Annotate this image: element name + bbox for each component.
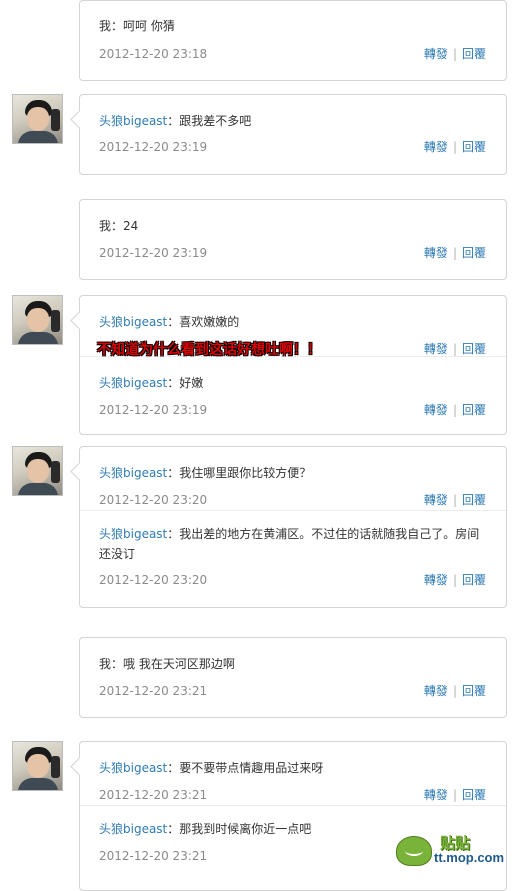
message-text: 头狼bigeast：好嫩 — [99, 376, 204, 390]
forward-link[interactable]: 轉發 — [424, 47, 448, 61]
forward-link[interactable]: 轉發 — [424, 573, 448, 587]
message-bubble: 我：哦 我在天河区那边啊 2012-12-20 23:21 轉發 | 回覆 — [79, 637, 507, 718]
message-body: 要不要带点情趣用品过来呀 — [179, 761, 324, 775]
sender-name: 我 — [99, 19, 112, 33]
message: 我：24 2012-12-20 23:19 轉發 | 回覆 — [80, 200, 506, 263]
forward-link[interactable]: 轉發 — [424, 140, 448, 154]
message-text: 头狼bigeast：我出差的地方在黄浦区。不过住的话就随我自己了。房间还没订 — [99, 527, 480, 561]
message-bubble: 头狼bigeast：跟我差不多吧 2012-12-20 23:19 轉發 | 回覆 — [70, 94, 507, 175]
message: 头狼bigeast：我住哪里跟你比较方便？ 2012-12-20 23:20 轉… — [80, 447, 506, 510]
sender-name-link[interactable]: 头狼bigeast — [99, 376, 167, 390]
timestamp: 2012-12-20 23:18 — [99, 47, 208, 61]
reply-link[interactable]: 回覆 — [462, 47, 486, 61]
message-text: 我：哦 我在天河区那边啊 — [99, 657, 235, 671]
forward-link[interactable]: 轉發 — [424, 684, 448, 698]
message: 头狼bigeast：要不要带点情趣用品过来呀 2012-12-20 23:21 … — [80, 742, 506, 805]
message-body: 喜欢嫩嫩的 — [179, 315, 240, 329]
message-text: 我：呵呵 你猜 — [99, 19, 175, 33]
message-body: 哦 我在天河区那边啊 — [123, 657, 235, 671]
message-body: 好嫩 — [179, 376, 204, 390]
timestamp: 2012-12-20 23:19 — [99, 403, 208, 417]
message: 头狼bigeast：好嫩 2012-12-20 23:19 轉發 | 回覆 — [80, 356, 506, 420]
reply-link[interactable]: 回覆 — [462, 493, 486, 507]
message-bubble: 头狼bigeast：我住哪里跟你比较方便？ 2012-12-20 23:20 轉… — [70, 446, 507, 608]
forward-link[interactable]: 轉發 — [424, 246, 448, 260]
message-body: 呵呵 你猜 — [123, 19, 175, 33]
message-text: 我：24 — [99, 219, 139, 233]
message-body: 24 — [123, 219, 139, 233]
message: 我：哦 我在天河区那边啊 2012-12-20 23:21 轉發 | 回覆 — [80, 638, 506, 701]
sender-name-link[interactable]: 头狼bigeast — [99, 315, 167, 329]
forward-link[interactable]: 轉發 — [424, 788, 448, 802]
frog-mascot-icon — [396, 836, 432, 866]
reply-link[interactable]: 回覆 — [462, 684, 486, 698]
sender-name-link[interactable]: 头狼bigeast — [99, 822, 167, 836]
sender-name: 我 — [99, 219, 112, 233]
reply-link[interactable]: 回覆 — [462, 403, 486, 417]
message-bubble: 我：呵呵 你猜 2012-12-20 23:18 轉發 | 回覆 — [79, 0, 507, 81]
reply-link[interactable]: 回覆 — [462, 246, 486, 260]
timestamp: 2012-12-20 23:21 — [99, 684, 208, 698]
sender-name-link[interactable]: 头狼bigeast — [99, 114, 167, 128]
message-body: 我住哪里跟你比较方便？ — [179, 466, 312, 480]
timestamp: 2012-12-20 23:20 — [99, 573, 208, 587]
avatar[interactable] — [12, 295, 63, 345]
message: 头狼bigeast：跟我差不多吧 2012-12-20 23:19 轉發 | 回覆 — [80, 95, 506, 157]
timestamp: 2012-12-20 23:21 — [99, 788, 208, 802]
watermark-site: tt.mop.com — [434, 850, 505, 865]
avatar[interactable] — [12, 94, 63, 144]
site-watermark: 贴贴 tt.mop.com — [396, 832, 516, 872]
sender-name: 我 — [99, 657, 112, 671]
red-annotation-text: 不知道为什么看到这话好想吐啊！！ — [97, 342, 321, 358]
reply-link[interactable]: 回覆 — [462, 140, 486, 154]
message-bubble: 头狼bigeast：喜欢嫩嫩的 轉發 | 回覆 头狼bigeast：好嫩 2012-… — [70, 295, 507, 435]
message-text: 头狼bigeast：喜欢嫩嫩的 — [99, 315, 240, 329]
timestamp: 2012-12-20 23:19 — [99, 140, 208, 154]
reply-link[interactable]: 回覆 — [462, 342, 486, 356]
reply-link[interactable]: 回覆 — [462, 573, 486, 587]
message-text: 头狼bigeast：我住哪里跟你比较方便？ — [99, 466, 312, 480]
timestamp: 2012-12-20 23:20 — [99, 493, 208, 507]
reply-link[interactable]: 回覆 — [462, 788, 486, 802]
message: 头狼bigeast：我出差的地方在黄浦区。不过住的话就随我自己了。房间还没订 2… — [80, 510, 506, 590]
forward-link[interactable]: 轉發 — [424, 403, 448, 417]
forward-link[interactable]: 轉發 — [424, 493, 448, 507]
sender-name-link[interactable]: 头狼bigeast — [99, 466, 167, 480]
avatar[interactable] — [12, 741, 63, 791]
timestamp: 2012-12-20 23:21 — [99, 849, 208, 863]
message-text: 头狼bigeast：要不要带点情趣用品过来呀 — [99, 761, 324, 775]
message-body: 跟我差不多吧 — [179, 114, 252, 128]
forward-link[interactable]: 轉發 — [424, 342, 448, 356]
timestamp: 2012-12-20 23:19 — [99, 246, 208, 260]
message-body: 那我到时候离你近一点吧 — [179, 822, 312, 836]
message-bubble: 我：24 2012-12-20 23:19 轉發 | 回覆 — [79, 199, 507, 280]
message: 我：呵呵 你猜 2012-12-20 23:18 轉發 | 回覆 — [80, 1, 506, 64]
sender-name-link[interactable]: 头狼bigeast — [99, 527, 167, 541]
message-text: 头狼bigeast：跟我差不多吧 — [99, 114, 252, 128]
sender-name-link[interactable]: 头狼bigeast — [99, 761, 167, 775]
avatar[interactable] — [12, 446, 63, 496]
